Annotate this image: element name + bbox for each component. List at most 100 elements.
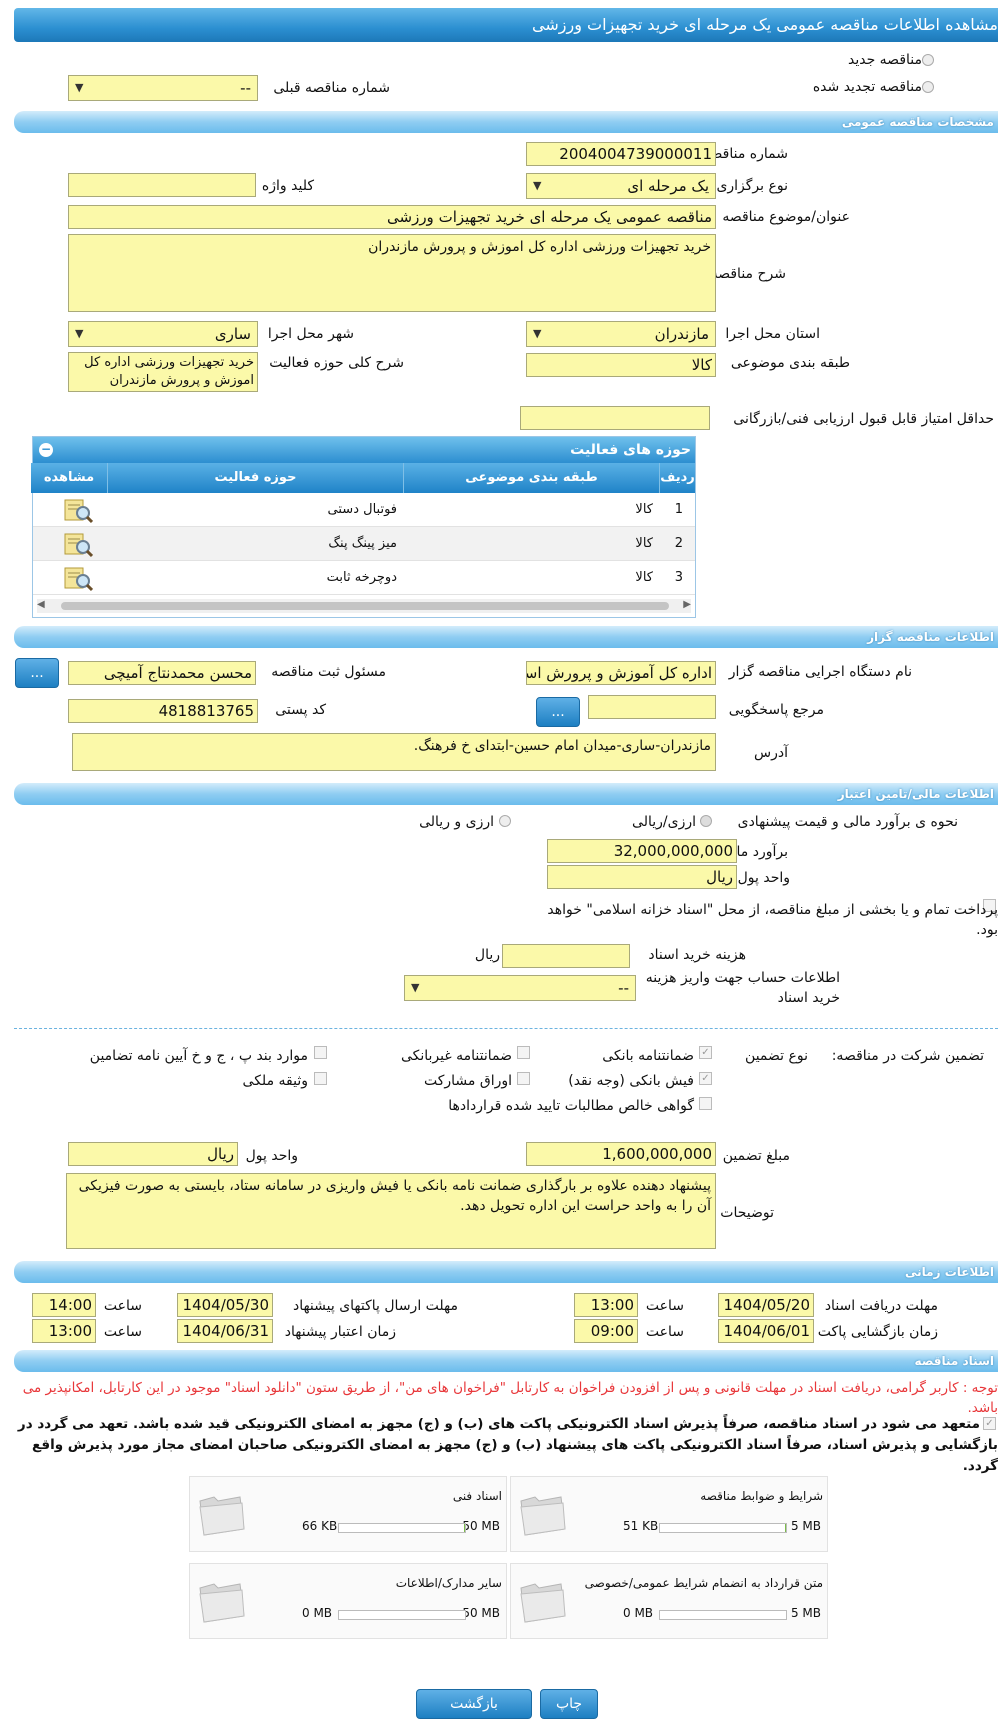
city-label: شهر محل اجرا	[267, 326, 354, 342]
guarantee-currency-field[interactable]: ریال	[68, 1142, 238, 1166]
bank-guarantee-checkbox[interactable]: ✓	[699, 1046, 712, 1059]
receive-time-field[interactable]: 13:00	[574, 1293, 638, 1317]
doc-progress-bar	[659, 1523, 787, 1533]
select-responsible-button[interactable]: ...	[15, 658, 59, 688]
account-select[interactable]: -- ▼	[404, 975, 636, 1001]
chevron-down-icon: ▼	[533, 179, 542, 192]
reference-field[interactable]	[588, 695, 716, 719]
currency-and-rial-option: ارزی و ریالی	[419, 814, 494, 830]
row-area: دوچرخه ثابت	[326, 570, 397, 585]
receive-time-label: ساعت	[645, 1298, 684, 1314]
currency-field[interactable]: ریال	[547, 865, 737, 889]
doc-name: سایر مدارک/اطلاعات	[395, 1576, 502, 1590]
folder-icon[interactable]	[196, 1491, 246, 1537]
estimate-method-label: نحوه ی برآورد مالی و قیمت پیشنهادی	[737, 814, 958, 830]
keyword-field[interactable]	[68, 173, 256, 197]
section-documents: اسناد مناقصه	[14, 1350, 998, 1372]
doc-used-size: 0 MB	[623, 1606, 654, 1620]
postal-code-field[interactable]: 4818813765	[68, 699, 258, 723]
row-category: کالا	[635, 570, 653, 585]
doc-item[interactable]: متن قرارداد به انضمام شرایط عمومی/خصوصی …	[510, 1563, 828, 1639]
property-checkbox[interactable]	[314, 1072, 327, 1085]
new-tender-radio[interactable]	[922, 54, 934, 66]
doc-item[interactable]: سایر مدارک/اطلاعات 50 MB 0 MB	[189, 1563, 507, 1639]
description-field[interactable]: خرید تجهیزات ورزشی اداره کل اموزش و پرور…	[68, 234, 716, 312]
org-name-field[interactable]: اداره کل آموزش و پرورش استان	[526, 661, 716, 685]
subject-field[interactable]: مناقصه عمومی یک مرحله ای خرید تجهیزات ور…	[68, 205, 716, 229]
certificate-checkbox[interactable]	[699, 1097, 712, 1110]
cases-label: موارد بند پ ، ج و خ آیین نامه تضامین	[89, 1048, 308, 1064]
scroll-left-icon[interactable]: ◀	[37, 599, 45, 610]
doc-used-size: 51 KB	[623, 1519, 659, 1533]
validity-time-label: ساعت	[103, 1324, 142, 1340]
nonbank-guarantee-checkbox[interactable]	[517, 1046, 530, 1059]
doc-used-size: 0 MB	[302, 1606, 333, 1620]
col-category: طبقه بندی موضوعی	[403, 463, 659, 493]
row-number: 1	[674, 502, 683, 517]
folder-icon[interactable]	[196, 1578, 246, 1624]
doc-max-size: 5 MB	[790, 1519, 821, 1533]
doc-name: متن قرارداد به انضمام شرایط عمومی/خصوصی	[584, 1576, 823, 1590]
chevron-down-icon: ▼	[533, 327, 542, 340]
currency-rial-radio[interactable]	[700, 815, 712, 827]
doc-fee-field[interactable]	[502, 944, 630, 968]
description-label: شرح مناقصه	[710, 266, 786, 282]
province-select[interactable]: مازندران ▼	[526, 321, 716, 347]
receive-deadline-label: مهلت دریافت اسناد	[824, 1298, 938, 1314]
holding-type-select[interactable]: یک مرحله ای ▼	[526, 173, 716, 199]
guarantee-amount-field[interactable]: 1,600,000,000	[526, 1142, 716, 1166]
validity-time-field[interactable]: 13:00	[32, 1319, 96, 1343]
scroll-thumb[interactable]	[61, 602, 669, 610]
category-field[interactable]: کالا	[526, 353, 716, 377]
notes-field[interactable]: پیشنهاد دهنده علاوه بر بارگذاری ضمانت نا…	[66, 1173, 716, 1249]
address-field[interactable]: مازندران-ساری-میدان امام حسین-ابتدای خ ف…	[72, 733, 716, 771]
nonbank-guarantee-label: ضمانتنامه غیربانکی	[400, 1048, 512, 1064]
bank-guarantee-label: ضمانتنامه بانکی	[602, 1048, 694, 1064]
opening-date-field[interactable]: 1404/06/01	[718, 1319, 814, 1343]
row-number: 2	[674, 536, 683, 551]
account-info-label: اطلاعات حساب جهت واریز هزینه خرید اسناد	[645, 970, 840, 1006]
doc-progress-bar	[659, 1610, 787, 1620]
org-name-label: نام دستگاه اجرایی مناقصه گزار	[728, 664, 912, 680]
documents-notice: توجه : کاربر گرامی، دریافت اسناد در مهلت…	[22, 1380, 998, 1416]
folder-icon[interactable]	[517, 1491, 567, 1537]
keyword-label: کلید واژه	[261, 178, 314, 194]
doc-item[interactable]: اسناد فنی 50 MB 66 KB	[189, 1476, 507, 1552]
scroll-right-icon[interactable]: ▶	[683, 599, 691, 610]
bonds-checkbox[interactable]	[517, 1072, 530, 1085]
send-time-field[interactable]: 14:00	[32, 1293, 96, 1317]
opening-time-label: زمان بازگشایی پاکت ها	[801, 1324, 938, 1340]
opening-hour-label: ساعت	[645, 1324, 684, 1340]
opening-hour-field[interactable]: 09:00	[574, 1319, 638, 1343]
receive-date-field[interactable]: 1404/05/20	[718, 1293, 814, 1317]
folder-icon[interactable]	[517, 1578, 567, 1624]
print-button[interactable]: چاپ	[540, 1689, 598, 1719]
estimate-field[interactable]: 32,000,000,000	[547, 839, 737, 863]
reference-label: مرجع پاسخگویی	[728, 702, 824, 718]
prev-number-select[interactable]: -- ▼	[68, 75, 258, 101]
cases-checkbox[interactable]	[314, 1046, 327, 1059]
select-reference-button[interactable]: ...	[536, 697, 580, 727]
activity-scope-field[interactable]: خرید تجهیزات ورزشی اداره کل اموزش و پرور…	[68, 352, 258, 392]
horizontal-scrollbar[interactable]: ◀ ▶	[37, 599, 691, 613]
guarantee-label: تضمین شرکت در مناقصه:	[831, 1048, 984, 1064]
renewed-tender-label: مناقصه تجدید شده	[812, 79, 922, 95]
validity-date-field[interactable]: 1404/06/31	[177, 1319, 273, 1343]
tender-number-field[interactable]: 2004004739000011	[526, 142, 716, 166]
doc-item[interactable]: شرایط و ضوابط مناقصه 5 MB 51 KB	[510, 1476, 828, 1552]
col-row: ردیف	[659, 463, 695, 493]
bonds-label: اوراق مشارکت	[423, 1073, 512, 1089]
section-general: مشخصات مناقصه عمومی	[14, 111, 998, 133]
holding-type-label: نوع برگزاری	[716, 178, 788, 194]
min-score-field[interactable]	[520, 406, 710, 430]
collapse-icon[interactable]: −	[39, 443, 53, 457]
responsible-field[interactable]: محسن محمدنتاج آمیچی	[68, 661, 256, 685]
bank-receipt-checkbox[interactable]: ✓	[699, 1072, 712, 1085]
renewed-tender-radio[interactable]	[922, 81, 934, 93]
back-button[interactable]: بازگشت	[416, 1689, 532, 1719]
city-select[interactable]: ساری ▼	[68, 321, 258, 347]
doc-name: اسناد فنی	[452, 1489, 502, 1503]
currency-and-rial-radio[interactable]	[499, 815, 511, 827]
activity-scope-label: شرح کلی حوزه فعالیت	[269, 355, 404, 371]
send-date-field[interactable]: 1404/05/30	[177, 1293, 273, 1317]
